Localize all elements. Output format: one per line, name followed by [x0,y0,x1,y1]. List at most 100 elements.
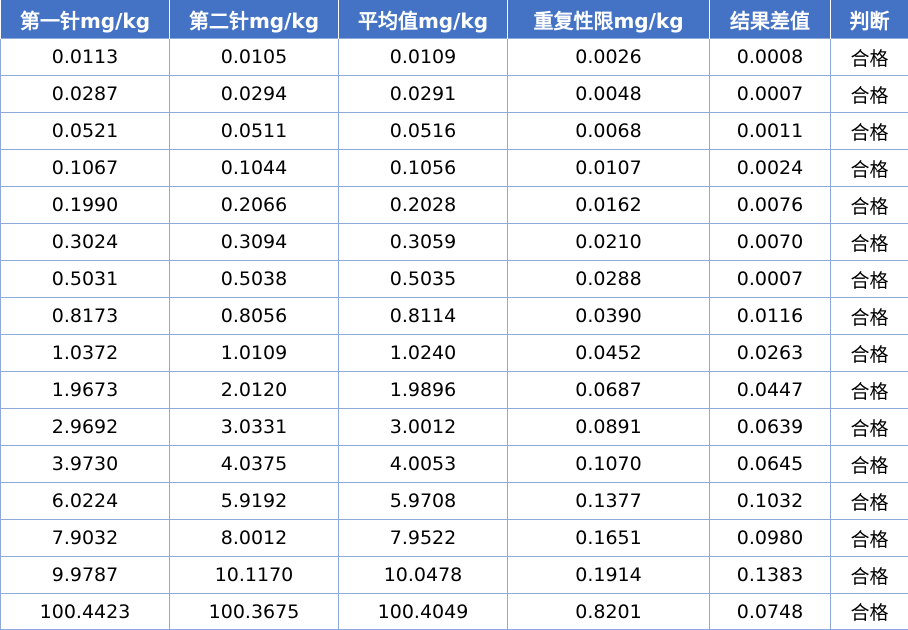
judgment-cell: 合格 [830,445,908,483]
repeatability-limit-cell: 0.0452 [507,334,710,372]
header-repeatability-limit: 重复性限mg/kg [507,0,710,39]
table-row: 6.0224 5.9192 5.9708 0.1377 0.1032 合格 [0,482,908,520]
result-difference-cell: 0.0007 [709,75,831,113]
judgment-cell: 合格 [830,186,908,224]
first-injection-cell: 0.1990 [0,186,170,224]
result-difference-cell: 0.1383 [709,556,831,594]
result-difference-cell: 0.0980 [709,519,831,557]
average-cell: 0.0109 [338,38,508,76]
judgment-cell: 合格 [830,334,908,372]
judgment-cell: 合格 [830,371,908,409]
second-injection-cell: 3.0331 [169,408,339,446]
repeatability-limit-cell: 0.0162 [507,186,710,224]
result-difference-cell: 0.0748 [709,593,831,630]
repeatability-limit-cell: 0.0107 [507,149,710,187]
repeatability-limit-cell: 0.0687 [507,371,710,409]
table-body: 0.0113 0.0105 0.0109 0.0026 0.0008 合格 0.0287 0.… [0,38,908,630]
first-injection-cell: 0.0287 [0,75,170,113]
judgment-cell: 合格 [830,149,908,187]
header-judgment: 判断 [830,0,908,39]
second-injection-cell: 8.0012 [169,519,339,557]
result-difference-cell: 0.0263 [709,334,831,372]
judgment-cell: 合格 [830,408,908,446]
table-row: 0.8173 0.8056 0.8114 0.0390 0.0116 合格 [0,297,908,335]
table-row: 0.0113 0.0105 0.0109 0.0026 0.0008 合格 [0,38,908,76]
average-cell: 0.3059 [338,223,508,261]
repeatability-limit-cell: 0.8201 [507,593,710,630]
first-injection-cell: 0.8173 [0,297,170,335]
first-injection-cell: 1.0372 [0,334,170,372]
result-difference-cell: 0.0447 [709,371,831,409]
first-injection-cell: 0.3024 [0,223,170,261]
result-difference-cell: 0.0011 [709,112,831,150]
judgment-cell: 合格 [830,297,908,335]
first-injection-cell: 9.9787 [0,556,170,594]
result-difference-cell: 0.0007 [709,260,831,298]
table-row: 0.1067 0.1044 0.1056 0.0107 0.0024 合格 [0,149,908,187]
repeatability-limit-cell: 0.0068 [507,112,710,150]
second-injection-cell: 2.0120 [169,371,339,409]
first-injection-cell: 1.9673 [0,371,170,409]
table-row: 0.0287 0.0294 0.0291 0.0048 0.0007 合格 [0,75,908,113]
table-row: 3.9730 4.0375 4.0053 0.1070 0.0645 合格 [0,445,908,483]
average-cell: 0.5035 [338,260,508,298]
first-injection-cell: 0.0113 [0,38,170,76]
judgment-cell: 合格 [830,223,908,261]
second-injection-cell: 0.5038 [169,260,339,298]
repeatability-limit-cell: 0.0288 [507,260,710,298]
average-cell: 5.9708 [338,482,508,520]
average-cell: 0.2028 [338,186,508,224]
first-injection-cell: 3.9730 [0,445,170,483]
judgment-cell: 合格 [830,260,908,298]
judgment-cell: 合格 [830,38,908,76]
data-table: 第一针mg/kg 第二针mg/kg 平均值mg/kg 重复性限mg/kg 结果差… [0,0,908,630]
header-result-difference: 结果差值 [709,0,831,39]
repeatability-limit-cell: 0.1377 [507,482,710,520]
result-difference-cell: 0.1032 [709,482,831,520]
judgment-cell: 合格 [830,75,908,113]
repeatability-limit-cell: 0.0891 [507,408,710,446]
repeatability-limit-cell: 0.0048 [507,75,710,113]
repeatability-limit-cell: 0.1914 [507,556,710,594]
repeatability-limit-cell: 0.1651 [507,519,710,557]
second-injection-cell: 0.3094 [169,223,339,261]
first-injection-cell: 2.9692 [0,408,170,446]
average-cell: 1.9896 [338,371,508,409]
average-cell: 1.0240 [338,334,508,372]
second-injection-cell: 0.8056 [169,297,339,335]
second-injection-cell: 0.2066 [169,186,339,224]
result-difference-cell: 0.0076 [709,186,831,224]
average-cell: 0.8114 [338,297,508,335]
second-injection-cell: 4.0375 [169,445,339,483]
judgment-cell: 合格 [830,556,908,594]
table-row: 9.9787 10.1170 10.0478 0.1914 0.1383 合格 [0,556,908,594]
table-row: 0.0521 0.0511 0.0516 0.0068 0.0011 合格 [0,112,908,150]
average-cell: 7.9522 [338,519,508,557]
repeatability-limit-cell: 0.1070 [507,445,710,483]
second-injection-cell: 0.0511 [169,112,339,150]
header-first-injection: 第一针mg/kg [0,0,170,39]
result-difference-cell: 0.0024 [709,149,831,187]
table-row: 1.9673 2.0120 1.9896 0.0687 0.0447 合格 [0,371,908,409]
second-injection-cell: 0.1044 [169,149,339,187]
repeatability-limit-cell: 0.0210 [507,223,710,261]
first-injection-cell: 6.0224 [0,482,170,520]
table-row: 0.5031 0.5038 0.5035 0.0288 0.0007 合格 [0,260,908,298]
average-cell: 100.4049 [338,593,508,630]
second-injection-cell: 0.0105 [169,38,339,76]
repeatability-limit-cell: 0.0390 [507,297,710,335]
average-cell: 0.1056 [338,149,508,187]
second-injection-cell: 10.1170 [169,556,339,594]
table-row: 100.4423 100.3675 100.4049 0.8201 0.0748 合格 [0,593,908,630]
first-injection-cell: 0.1067 [0,149,170,187]
result-difference-cell: 0.0639 [709,408,831,446]
result-difference-cell: 0.0070 [709,223,831,261]
result-difference-cell: 0.0008 [709,38,831,76]
table-row: 0.3024 0.3094 0.3059 0.0210 0.0070 合格 [0,223,908,261]
judgment-cell: 合格 [830,519,908,557]
table-row: 0.1990 0.2066 0.2028 0.0162 0.0076 合格 [0,186,908,224]
second-injection-cell: 0.0294 [169,75,339,113]
second-injection-cell: 5.9192 [169,482,339,520]
table-row: 2.9692 3.0331 3.0012 0.0891 0.0639 合格 [0,408,908,446]
table-row: 7.9032 8.0012 7.9522 0.1651 0.0980 合格 [0,519,908,557]
